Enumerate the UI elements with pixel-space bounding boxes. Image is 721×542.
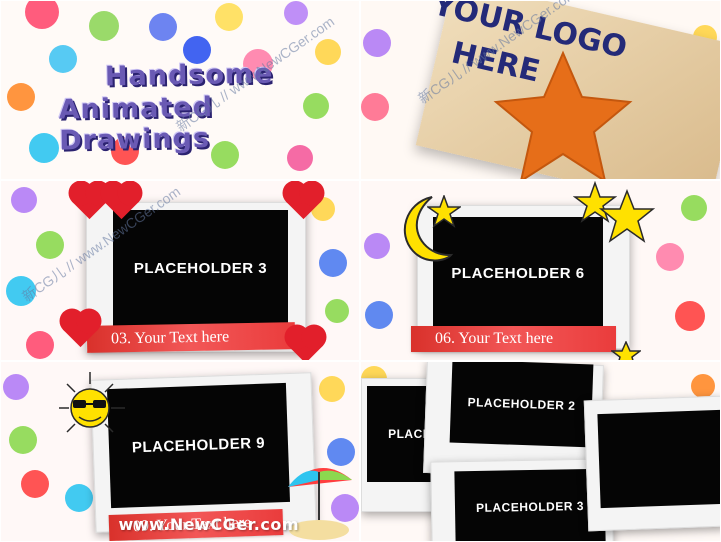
panel-placeholder-9: PLACEHOLDER 9 09. Your Text here www.New… — [0, 361, 360, 542]
dot — [675, 301, 705, 331]
panel-placeholder-6: PLACEHOLDER 6 06. Your Text here — [360, 180, 721, 361]
caption-tape: 06. Your Text here — [411, 326, 616, 352]
dot — [11, 187, 37, 213]
dot — [319, 376, 345, 402]
star-icon — [599, 189, 655, 243]
dot — [89, 11, 119, 41]
dot — [691, 374, 715, 398]
dot — [319, 249, 347, 277]
dot — [26, 331, 54, 359]
placeholder-2: PLACEHOLDER 2 — [449, 362, 594, 448]
placeholder-3-small: PLACEHOLDER 3 — [454, 468, 606, 541]
placeholder-6: PLACEHOLDER 6 — [433, 217, 603, 330]
dot — [681, 195, 707, 221]
caption-tape: 03. Your Text here — [86, 322, 296, 353]
sun-icon — [59, 372, 125, 433]
dot — [656, 243, 684, 271]
dot — [36, 231, 64, 259]
dot — [21, 470, 49, 498]
dot — [363, 29, 391, 57]
dot — [315, 39, 341, 65]
site-watermark: www.NewCGer.com — [118, 515, 299, 534]
star-icon — [427, 195, 461, 228]
dot — [49, 45, 77, 73]
dot — [3, 374, 29, 400]
dot — [284, 1, 308, 25]
panel-placeholder-1-2-3: PLACEHOLDER 1 PLACEHOLDER 2 PLACEHOLDER … — [360, 361, 721, 542]
dot — [65, 484, 93, 512]
dot — [7, 83, 35, 111]
dot — [9, 426, 37, 454]
star-icon — [611, 341, 641, 360]
placeholder-9: PLACEHOLDER 9 — [106, 382, 291, 509]
dot — [149, 13, 177, 41]
dot — [361, 93, 389, 121]
dot — [25, 1, 59, 29]
placeholder-small-right — [597, 409, 720, 509]
dot — [365, 301, 393, 329]
storyboard-grid: Handsome Animated Drawings YOUR LOGO HER… — [0, 0, 721, 542]
dot — [29, 133, 59, 163]
dot — [325, 299, 349, 323]
dot — [215, 3, 243, 31]
